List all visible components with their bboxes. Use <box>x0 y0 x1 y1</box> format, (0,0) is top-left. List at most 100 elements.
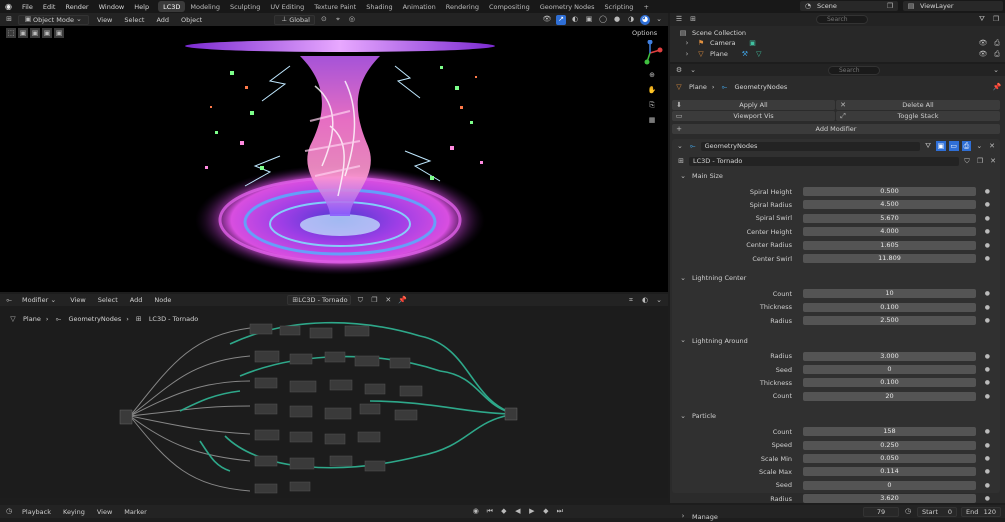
gizmo-icon[interactable]: ↗ <box>556 14 566 25</box>
play-reverse-icon[interactable]: ◀ <box>513 507 523 517</box>
play-icon[interactable]: ▶ <box>527 507 537 517</box>
workspace-tab-modeling[interactable]: Modeling <box>185 1 225 12</box>
keyframe-dot-icon[interactable]: ● <box>985 255 990 262</box>
workspace-tab-lc3d[interactable]: LC3D <box>158 1 186 12</box>
viewport-menu-select[interactable]: Select <box>120 15 148 25</box>
edit-mode-icon[interactable]: ⛛ <box>923 141 933 151</box>
node-overlay-options-icon[interactable]: ⌄ <box>654 295 664 305</box>
duplicate-icon[interactable]: ❐ <box>369 295 379 305</box>
input-value-field[interactable]: 20 <box>803 391 976 401</box>
node-menu-view[interactable]: View <box>66 295 89 305</box>
workspace-tab-animation[interactable]: Animation <box>398 1 441 12</box>
preview-range-clock-icon[interactable]: ◷ <box>903 507 913 517</box>
viewport-visibility-icon[interactable]: 👁 <box>542 15 552 25</box>
input-value-field[interactable]: 0 <box>803 365 976 374</box>
panel-header[interactable]: ⌄ Main Size <box>678 171 723 181</box>
toggle-stack-button[interactable]: ⤢ Toggle Stack <box>836 111 1000 121</box>
editor-type-outliner-icon[interactable]: ☰ <box>674 15 684 25</box>
editor-type-nodes-icon[interactable]: ⟜ <box>4 295 14 305</box>
input-value-field[interactable]: 0.114 <box>803 467 976 477</box>
editor-type-timeline-icon[interactable]: ◷ <box>4 507 14 517</box>
node-menu-node[interactable]: Node <box>150 295 175 305</box>
input-value-field[interactable]: 158 <box>803 427 976 437</box>
start-frame-field[interactable]: Start 0 <box>917 506 957 517</box>
select-extend-icon[interactable]: ▣ <box>30 28 40 38</box>
input-value-field[interactable]: 1.605 <box>803 240 976 250</box>
chevron-down-icon[interactable]: ⌄ <box>688 65 698 75</box>
jump-start-icon[interactable]: ⏮ <box>485 507 495 517</box>
viewport-menu-object[interactable]: Object <box>177 15 206 25</box>
input-value-field[interactable]: 0.050 <box>803 454 976 463</box>
blender-logo-icon[interactable]: ◉ <box>0 0 17 13</box>
node-tree-browse-icon[interactable]: ⊞ <box>676 156 686 166</box>
proportional-icon[interactable]: ◎ <box>347 15 357 25</box>
menu-help[interactable]: Help <box>129 0 154 13</box>
scene-selector[interactable]: ◔ Scene ❐ <box>800 1 898 11</box>
keyframe-dot-icon[interactable]: ● <box>985 317 990 324</box>
keyframe-dot-icon[interactable]: ● <box>985 393 990 400</box>
select-invert-icon[interactable]: ▣ <box>54 28 64 38</box>
input-value-field[interactable]: 0.100 <box>803 378 976 388</box>
keyframe-dot-icon[interactable]: ● <box>985 468 990 475</box>
workspace-tab-sculpting[interactable]: Sculpting <box>225 1 265 12</box>
select-tool-icon[interactable]: ⬚ <box>6 28 16 38</box>
viewport-canvas[interactable]: ⬚ ▣ ▣ ▣ ▣ Options ⊕ ✋ ⎘ ▦ <box>0 26 668 292</box>
input-value-field[interactable]: 2.500 <box>803 316 976 326</box>
add-workspace-icon[interactable]: + <box>638 1 653 12</box>
pin-icon[interactable]: 📌 <box>992 82 1002 92</box>
add-modifier-button[interactable]: + Add Modifier <box>672 124 1000 134</box>
modifier-menu-chevron-icon[interactable]: ⌄ <box>974 141 984 151</box>
transform-orientation-dropdown[interactable]: ⟂ Global <box>274 14 315 25</box>
input-value-field[interactable]: 11.809 <box>803 254 976 263</box>
render-camera-icon[interactable]: ⎙ <box>992 38 1002 48</box>
input-value-field[interactable]: 3.620 <box>803 494 976 504</box>
keyframe-dot-icon[interactable]: ● <box>985 215 990 222</box>
timeline-menu-view[interactable]: View <box>93 507 116 517</box>
outliner-item-camera[interactable]: › ⚑ Camera ▣ 👁 ⎙ <box>682 38 1002 48</box>
chevron-down-icon[interactable]: ⌄ <box>675 141 685 151</box>
menu-window[interactable]: Window <box>94 0 130 13</box>
input-value-field[interactable]: 0.500 <box>803 187 976 196</box>
keyframe-dot-icon[interactable]: ● <box>985 428 990 435</box>
camera-view-icon[interactable]: ⎘ <box>647 100 657 110</box>
pan-hand-icon[interactable]: ✋ <box>647 85 657 95</box>
show-viewport-icon[interactable]: ▭ <box>948 141 959 151</box>
workspace-tab-uv-editing[interactable]: UV Editing <box>265 1 309 12</box>
keyframe-dot-icon[interactable]: ● <box>985 201 990 208</box>
outliner-scene-collection[interactable]: ▤ Scene Collection <box>678 28 746 38</box>
keyframe-dot-icon[interactable]: ● <box>985 455 990 462</box>
object-mode-dropdown[interactable]: ▣ Object Mode ⌄ <box>18 14 89 25</box>
visibility-eye-icon[interactable]: 👁 <box>978 49 988 59</box>
keyframe-dot-icon[interactable]: ● <box>985 188 990 195</box>
render-camera-icon[interactable]: ⎙ <box>992 49 1002 59</box>
next-keyframe-icon[interactable]: ◆ <box>541 507 551 517</box>
keyframe-dot-icon[interactable]: ● <box>985 353 990 360</box>
keyframe-dot-icon[interactable]: ● <box>985 228 990 235</box>
material-shading-icon[interactable]: ◑ <box>626 15 636 25</box>
input-value-field[interactable]: 5.670 <box>803 213 976 223</box>
panel-header[interactable]: ⌄ Particle <box>678 411 716 421</box>
input-value-field[interactable]: 4.500 <box>803 200 976 210</box>
node-group-selector[interactable]: ⊞ LC3D - Tornado <box>287 295 352 305</box>
fake-user-shield-icon[interactable]: ⛉ <box>355 295 365 305</box>
input-value-field[interactable]: 0.100 <box>803 302 976 312</box>
node-canvas[interactable]: ▽ Plane › ⟜ GeometryNodes › ⊞ LC3D - Tor… <box>0 306 668 498</box>
modifier-name-field[interactable]: GeometryNodes <box>700 141 921 151</box>
viewlayer-selector[interactable]: ▤ ViewLayer <box>903 1 1003 11</box>
timeline-menu-playback[interactable]: Playback <box>18 507 55 517</box>
manage-panel-header[interactable]: › Manage <box>678 512 718 522</box>
chevron-right-icon[interactable]: › <box>682 38 692 48</box>
timeline-menu-marker[interactable]: Marker <box>120 507 150 517</box>
new-collection-icon[interactable]: ❐ <box>991 15 1001 25</box>
select-new-icon[interactable]: ▣ <box>18 28 28 38</box>
zoom-icon[interactable]: ⊕ <box>647 70 657 80</box>
input-value-field[interactable]: 3.000 <box>803 351 976 361</box>
remove-modifier-icon[interactable]: ✕ <box>987 141 997 151</box>
xray-icon[interactable]: ▣ <box>584 15 594 25</box>
viewport-menu-view[interactable]: View <box>93 15 116 25</box>
keyframe-dot-icon[interactable]: ● <box>985 242 990 249</box>
input-value-field[interactable]: 0 <box>803 480 976 490</box>
keyframe-dot-icon[interactable]: ● <box>985 442 990 449</box>
input-value-field[interactable]: 4.000 <box>803 227 976 237</box>
end-frame-field[interactable]: End 120 <box>961 506 1001 517</box>
